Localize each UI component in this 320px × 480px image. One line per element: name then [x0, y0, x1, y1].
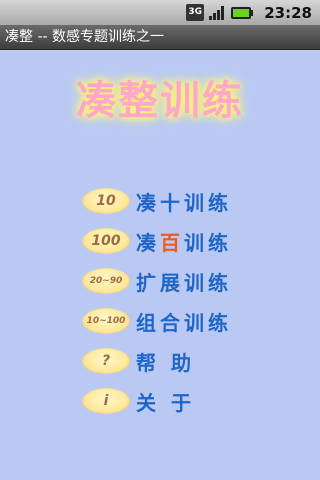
menu-label-make-hundred-post: 训练 — [184, 230, 232, 255]
menu-label-make-hundred: 凑百训练 — [136, 227, 232, 256]
menu-label-combined: 组合训练 — [136, 310, 232, 335]
menu-label-extended: 扩展训练 — [136, 270, 232, 295]
battery-icon — [231, 6, 254, 19]
menu-label-make-hundred-pre: 凑 — [136, 230, 160, 255]
3g-icon: 3G — [186, 4, 205, 21]
badge-10-100: 10~100 — [82, 308, 130, 334]
menu-label-make-hundred-highlight: 百 — [160, 230, 184, 255]
badge-ten: 10 — [82, 188, 130, 214]
signal-icon — [209, 5, 225, 20]
status-icons: 3G 23:28 — [186, 3, 312, 22]
menu-item-about[interactable]: i 关 于 — [82, 386, 272, 416]
menu-item-extended[interactable]: 20~90 扩展训练 — [82, 266, 272, 296]
menu-label-about: 关 于 — [136, 390, 195, 415]
menu-item-make-ten[interactable]: 10 凑十训练 — [82, 186, 272, 216]
menu-item-help[interactable]: ? 帮 助 — [82, 346, 272, 376]
info-icon: i — [82, 388, 130, 414]
app-title: 凑整 -- 数感专题训练之一 — [0, 25, 320, 50]
status-bar: 3G 23:28 — [0, 0, 320, 25]
menu-label-help: 帮 助 — [136, 350, 195, 375]
menu-item-combined[interactable]: 10~100 组合训练 — [82, 306, 272, 336]
clock: 23:28 — [264, 3, 312, 22]
page-title: 凑整训练 — [76, 78, 244, 124]
badge-hundred: 100 — [82, 228, 130, 254]
menu-label-make-ten: 凑十训练 — [136, 190, 232, 215]
badge-20-90: 20~90 — [82, 268, 130, 294]
menu-item-make-hundred[interactable]: 100 凑百训练 — [82, 226, 272, 256]
help-icon: ? — [82, 348, 130, 374]
